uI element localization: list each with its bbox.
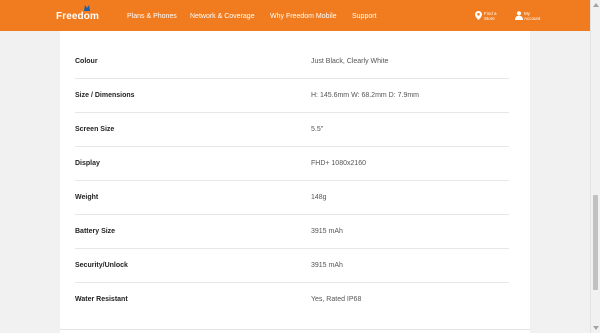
spec-value: H: 145.6mm W: 68.2mm D: 7.9mm <box>311 92 420 99</box>
freedom-logo-mark-icon <box>84 5 90 11</box>
spec-label: Battery Size <box>75 228 116 235</box>
spec-value: 3915 mAh <box>311 228 343 235</box>
spec-row: Screen Size 5.5" <box>75 113 509 147</box>
spec-label: Display <box>75 160 100 167</box>
spec-label: Weight <box>75 194 99 201</box>
spec-row: Weight 148g <box>75 181 509 215</box>
nav-support[interactable]: Support <box>352 13 377 20</box>
spec-row: Battery Size 3915 mAh <box>75 215 509 249</box>
user-icon <box>515 11 523 20</box>
spec-row: Security/Unlock 3915 mAh <box>75 249 509 283</box>
nav-network-coverage[interactable]: Network & Coverage <box>190 13 255 20</box>
top-nav-bar: Freedom Plans & Phones Network & Coverag… <box>0 0 590 31</box>
spec-label: Security/Unlock <box>75 262 128 269</box>
spec-row: Size / Dimensions H: 145.6mm W: 68.2mm D… <box>75 79 509 113</box>
find-store-label: Find a Store <box>484 11 497 21</box>
my-account-label: My Account <box>524 11 541 21</box>
spec-value: Yes, Rated IP68 <box>311 296 362 303</box>
scroll-down-arrow-icon[interactable] <box>593 326 599 330</box>
spec-label: Water Resistant <box>75 296 128 303</box>
spec-label: Screen Size <box>75 126 115 133</box>
nav-plans-phones[interactable]: Plans & Phones <box>127 13 177 20</box>
specs-panel: Colour Just Black, Clearly White Size / … <box>60 31 530 333</box>
vertical-scrollbar[interactable] <box>590 0 600 333</box>
spec-label: Colour <box>75 58 98 65</box>
spec-row: Display FHD+ 1080x2160 <box>75 147 509 181</box>
scrollbar-thumb[interactable] <box>593 195 598 290</box>
spec-value: FHD+ 1080x2160 <box>311 160 367 167</box>
spec-row: Colour Just Black, Clearly White <box>75 45 509 79</box>
spec-value: 148g <box>311 194 327 201</box>
spec-value: Just Black, Clearly White <box>311 58 389 65</box>
freedom-logo[interactable]: Freedom <box>56 11 99 22</box>
nav-why-freedom[interactable]: Why Freedom Mobile <box>270 13 337 20</box>
scroll-up-arrow-icon[interactable] <box>593 3 599 7</box>
spec-row: Water Resistant Yes, Rated IP68 <box>75 283 509 317</box>
map-pin-icon <box>475 11 482 20</box>
spec-label: Size / Dimensions <box>75 92 135 99</box>
spec-value: 5.5" <box>311 126 324 133</box>
panel-bottom-divider <box>60 329 530 330</box>
spec-value: 3915 mAh <box>311 262 343 269</box>
